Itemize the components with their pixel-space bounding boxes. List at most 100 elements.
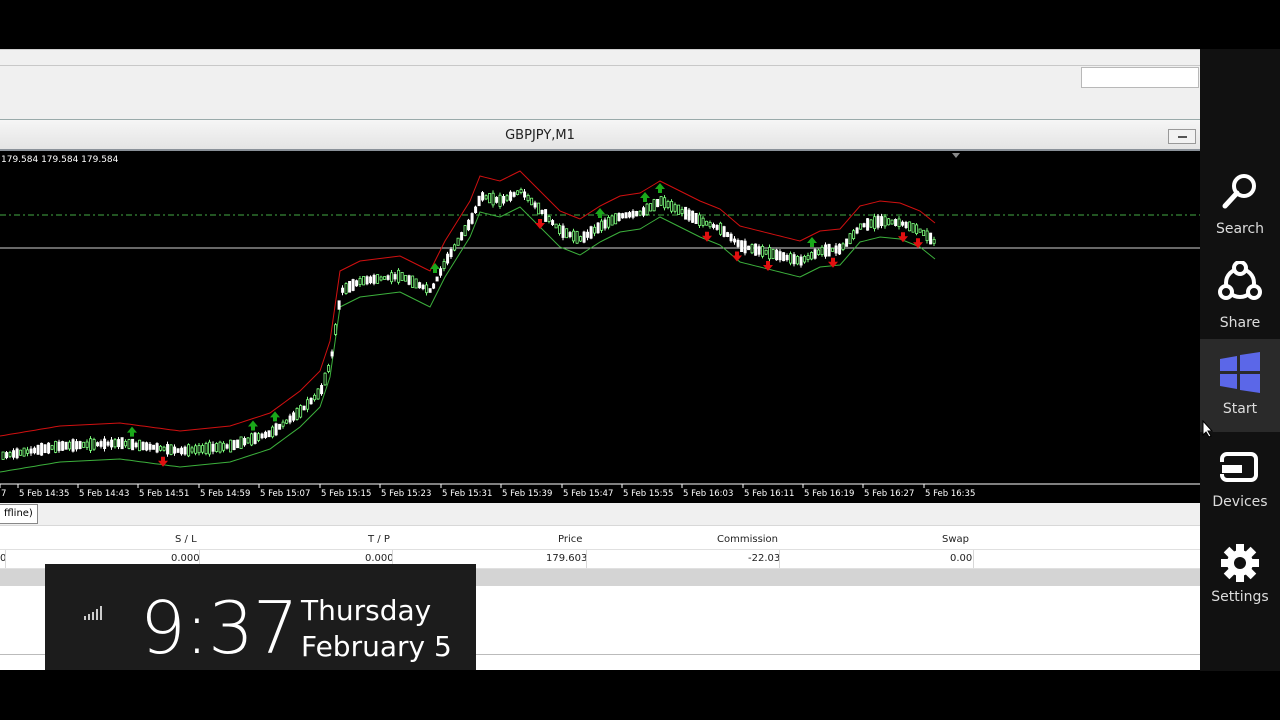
candle <box>754 243 758 256</box>
candle <box>369 276 373 284</box>
candle <box>666 201 670 209</box>
chart-window-titlebar: GBPJPY,M1 <box>0 119 1200 151</box>
candle <box>428 288 432 293</box>
candle <box>568 232 572 238</box>
sell-arrow-icon <box>702 231 712 242</box>
candle <box>491 192 495 206</box>
candle <box>47 442 51 454</box>
column-header-price[interactable]: Price <box>558 534 582 545</box>
candle <box>915 224 919 235</box>
candle <box>418 282 422 289</box>
candle <box>880 216 884 227</box>
candle <box>621 213 625 219</box>
candle <box>110 439 114 448</box>
candle <box>239 436 243 449</box>
charm-share[interactable]: Share <box>1200 251 1280 341</box>
cell-divider <box>5 550 6 568</box>
candle <box>1 451 5 460</box>
candle <box>145 442 149 451</box>
candle <box>505 195 509 201</box>
candle <box>512 192 516 197</box>
candle <box>341 287 345 293</box>
candle <box>673 204 677 212</box>
candle <box>796 256 800 265</box>
candle <box>71 439 75 452</box>
candle <box>628 212 632 218</box>
column-header-tp[interactable]: T / P <box>368 534 390 545</box>
mouse-cursor-icon <box>1202 420 1214 438</box>
candle <box>526 195 530 202</box>
candle <box>442 261 446 269</box>
candle <box>659 196 663 206</box>
candle <box>306 399 310 410</box>
candle <box>337 300 341 310</box>
candle <box>680 209 684 214</box>
candle <box>561 225 565 238</box>
terminal-column-headers: S / L T / P Price Commission Swap <box>0 531 1200 550</box>
candle <box>134 442 138 448</box>
candle <box>715 225 719 230</box>
candle <box>540 210 544 215</box>
candle <box>386 275 390 280</box>
time-axis-label: 5 Feb 14:59 <box>200 489 250 499</box>
candle <box>691 210 695 223</box>
charm-devices[interactable]: Devices <box>1200 439 1280 529</box>
column-header-swap[interactable]: Swap <box>942 534 969 545</box>
candle <box>278 423 282 430</box>
candle <box>113 439 117 448</box>
time-axis-label: 5 Feb 15:31 <box>442 489 492 499</box>
candle <box>50 445 54 450</box>
column-header-commission[interactable]: Commission <box>717 534 778 545</box>
charm-settings[interactable]: Settings <box>1200 533 1280 623</box>
candle <box>642 207 646 216</box>
candle <box>838 243 842 255</box>
candle <box>757 246 761 255</box>
candle <box>894 219 898 227</box>
candle <box>782 252 786 262</box>
candle <box>750 244 754 254</box>
candle <box>173 446 177 454</box>
candle <box>127 439 131 449</box>
buy-arrow-icon <box>430 263 440 273</box>
clock-time: 9:37 <box>140 586 299 670</box>
candle <box>204 443 208 455</box>
terminal-tab[interactable]: ffline) <box>0 504 38 524</box>
price-chart[interactable]: 7 5 Feb 14:35 5 Feb 14:43 5 Feb 14:51 5 Feb … <box>0 151 1200 503</box>
charm-label: Settings <box>1211 589 1269 605</box>
candle <box>43 444 47 454</box>
candle <box>124 440 128 447</box>
chart-window-title: GBPJPY,M1 <box>505 128 575 143</box>
minimize-button[interactable] <box>1168 129 1196 144</box>
time-axis-label: 5 Feb 16:35 <box>925 489 975 499</box>
charm-label: Share <box>1219 315 1261 331</box>
candle <box>264 431 268 438</box>
candle <box>456 237 460 246</box>
candle <box>474 206 478 213</box>
candle <box>180 447 184 455</box>
candle <box>726 232 730 237</box>
candle <box>785 255 789 261</box>
candle <box>348 280 352 293</box>
buy-arrow-icon <box>595 208 605 218</box>
candle <box>617 213 621 222</box>
charm-search[interactable]: Search <box>1200 157 1280 247</box>
candle <box>267 430 271 438</box>
candle <box>554 223 558 229</box>
candle <box>852 230 856 239</box>
candle <box>5 452 9 459</box>
terminal-tab-row: ffline) <box>0 503 1200 526</box>
price-chart-canvas: 7 5 Feb 14:35 5 Feb 14:43 5 Feb 14:51 5 Feb … <box>0 153 1200 499</box>
gear-icon <box>1221 544 1259 582</box>
candle <box>600 220 604 231</box>
candle <box>467 219 471 231</box>
column-header-sl[interactable]: S / L <box>175 534 197 545</box>
candle <box>222 442 226 451</box>
candle <box>425 284 429 294</box>
candle <box>810 252 814 260</box>
candle <box>435 276 439 282</box>
time-axis-label: 5 Feb 16:19 <box>804 489 854 499</box>
candle <box>859 223 863 230</box>
toolbar-search-input[interactable] <box>1081 67 1199 88</box>
candle <box>537 202 541 215</box>
charm-start[interactable]: Start <box>1200 339 1280 432</box>
